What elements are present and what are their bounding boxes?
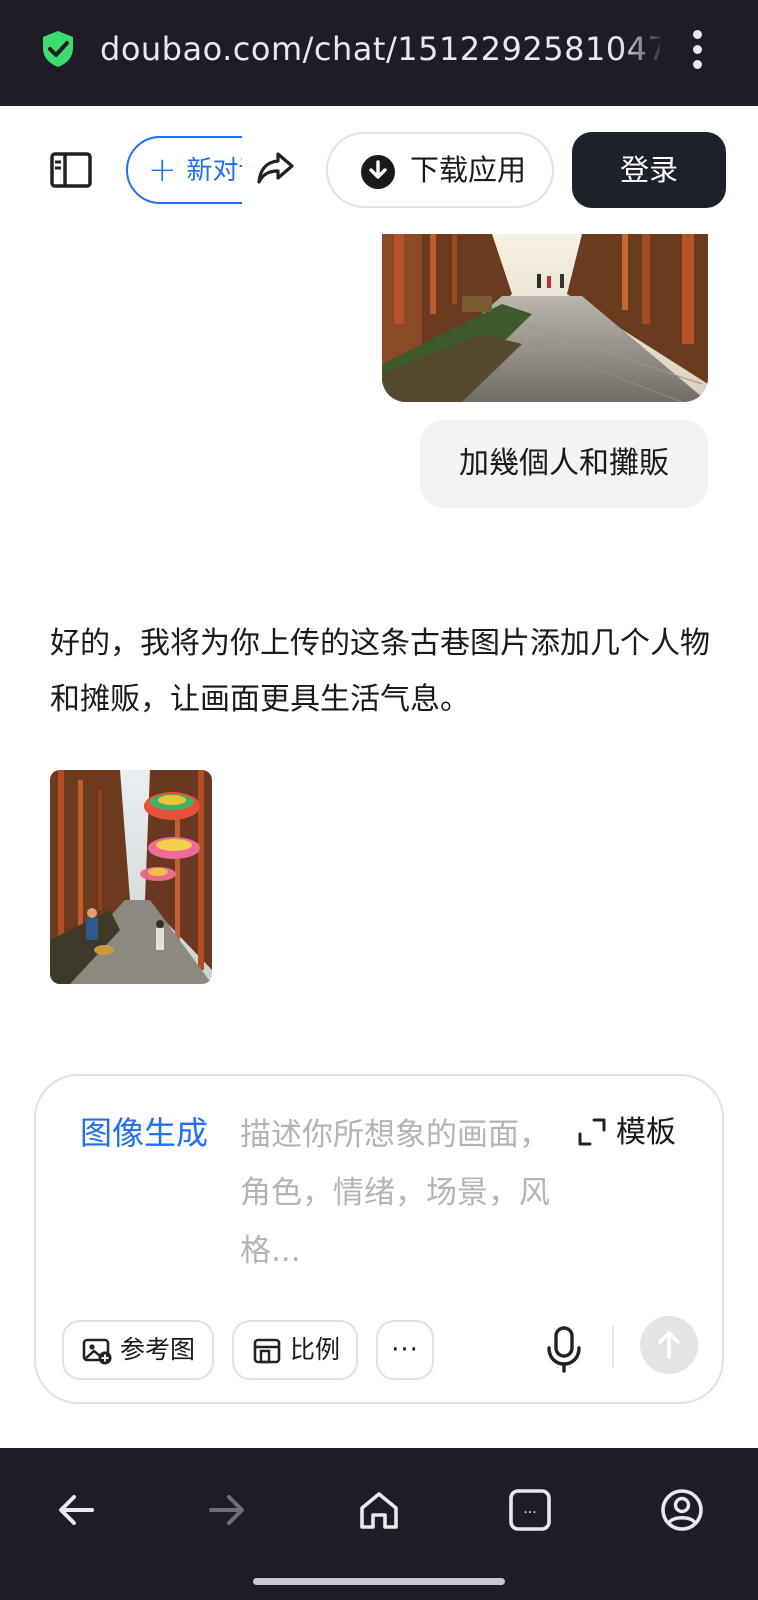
generated-image[interactable] xyxy=(50,770,212,984)
microphone-icon[interactable] xyxy=(544,1324,584,1374)
composer-divider xyxy=(612,1326,614,1368)
url-bar[interactable]: doubao.com/chat/15122925810477 xyxy=(100,26,660,72)
browser-top-bar: doubao.com/chat/15122925810477 xyxy=(0,0,758,106)
login-button[interactable]: 登录 xyxy=(572,132,726,208)
sidebar-toggle-icon[interactable] xyxy=(46,148,96,192)
browser-bottom-nav: ... xyxy=(0,1448,758,1600)
assistant-message: 好的，我将为你上传的这条古巷图片添加几个人物和摊贩，让画面更具生活气息。 xyxy=(50,626,710,717)
tab-count: ... xyxy=(523,1501,537,1517)
aspect-ratio-label: 比例 xyxy=(290,1335,341,1364)
image-add-icon xyxy=(82,1338,112,1365)
home-icon[interactable] xyxy=(355,1486,403,1534)
back-arrow-icon[interactable] xyxy=(52,1486,100,1534)
new-chat-button[interactable]: + 新对话 xyxy=(126,136,242,204)
profile-icon[interactable] xyxy=(658,1486,706,1534)
alley-photo xyxy=(382,234,708,402)
expand-icon xyxy=(578,1118,606,1146)
new-chat-button-wrapper: + 新对话 xyxy=(126,136,242,204)
user-message-bubble: 加幾個人和攤販 xyxy=(420,420,708,508)
reference-image-button[interactable]: 参考图 xyxy=(62,1320,214,1380)
generated-alley-photo xyxy=(50,770,212,984)
composer-panel: 图像生成 描述你所想象的画面，角色，情绪，场景，风格... 模板 参考图 比例 … xyxy=(34,1074,724,1404)
send-arrow-icon xyxy=(658,1331,680,1359)
reference-image-label: 参考图 xyxy=(120,1335,196,1364)
gesture-bar[interactable] xyxy=(253,1578,505,1585)
more-options-button[interactable]: ··· xyxy=(376,1320,434,1380)
new-chat-label: 新对话 xyxy=(186,156,243,186)
prompt-input[interactable]: 描述你所想象的画面，角色，情绪，场景，风格... xyxy=(240,1106,560,1280)
shield-check-icon[interactable] xyxy=(40,30,76,68)
download-app-label: 下载应用 xyxy=(410,153,527,187)
download-app-button[interactable]: 下载应用 xyxy=(326,132,554,208)
send-button[interactable] xyxy=(640,1316,698,1374)
app-header: + 新对话 下载应用 登录 xyxy=(0,106,758,234)
image-generation-mode-label[interactable]: 图像生成 xyxy=(80,1112,208,1154)
forward-arrow-icon[interactable] xyxy=(203,1486,251,1534)
download-circle-icon xyxy=(361,155,395,189)
aspect-ratio-icon xyxy=(253,1338,281,1364)
vertical-ellipsis-icon[interactable] xyxy=(686,30,710,70)
tabs-icon[interactable]: ... xyxy=(506,1486,554,1534)
template-label: 模板 xyxy=(616,1115,676,1150)
user-uploaded-image[interactable] xyxy=(382,234,708,402)
url-fade xyxy=(620,26,666,72)
share-arrow-icon[interactable] xyxy=(254,146,298,190)
aspect-ratio-button[interactable]: 比例 xyxy=(232,1320,358,1380)
plus-icon: + xyxy=(148,150,177,190)
